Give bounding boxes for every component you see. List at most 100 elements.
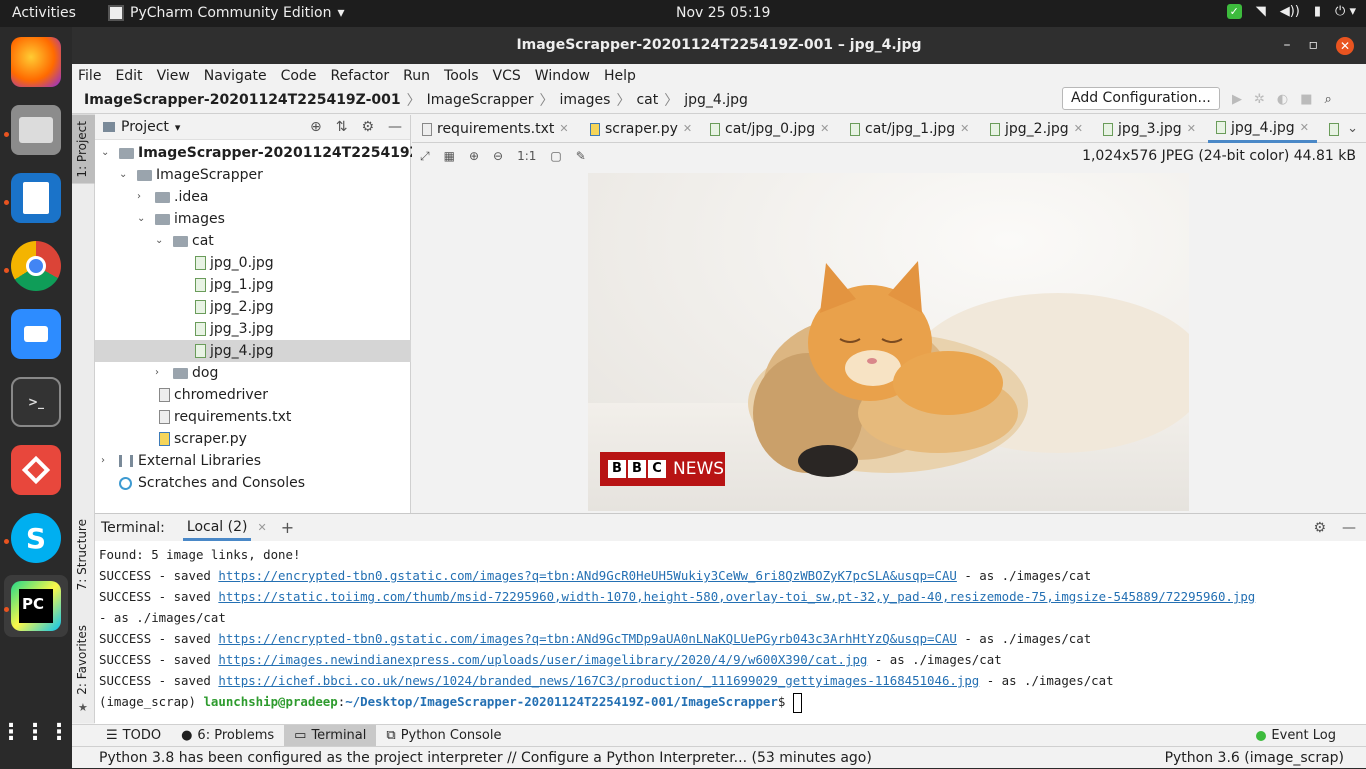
chevron-down-icon[interactable]: ⌄ [101,142,111,164]
menu-view[interactable]: View [157,68,190,84]
clock[interactable]: Nov 25 05:19 [676,5,770,21]
chevron-right-icon[interactable]: › [101,450,111,472]
tab-cat-jpg0[interactable]: cat/jpg_0.jpg ✕ [710,115,829,143]
tree-item-jpg1[interactable]: jpg_1.jpg [95,274,411,296]
terminal-link[interactable]: https://images.newindianexpress.com/uplo… [218,652,867,667]
tree-item-jpg2[interactable]: jpg_2.jpg [95,296,411,318]
terminal-cursor[interactable] [792,692,802,713]
chevron-right-icon[interactable]: › [155,362,165,384]
activities-button[interactable]: Activities [12,5,76,21]
tree-item-root[interactable]: ⌄ ImageScrapper-20201124T225419Z-0 [95,142,435,164]
terminal-link[interactable]: https://static.toiimg.com/thumb/msid-722… [218,589,1255,604]
chevron-right-icon[interactable]: › [137,186,147,208]
tab-jpg2[interactable]: jpg_2.jpg ✕ [990,115,1083,143]
chevron-down-icon[interactable]: ⌄ [137,208,147,230]
tab-cat-jpg1[interactable]: cat/jpg_1.jpg ✕ [850,115,969,143]
libreoffice-writer-icon[interactable] [11,173,61,223]
breadcrumb-file[interactable]: jpg_4.jpg [684,92,748,108]
tab-structure-tool[interactable]: 7: Structure [75,519,89,590]
close-tab-icon[interactable]: ✕ [820,115,829,143]
tab-overflow[interactable] [1329,115,1339,143]
tree-item-idea[interactable]: › .idea [95,186,411,208]
app-menu[interactable]: PyCharm Community Edition ▾ [108,5,345,21]
battery-icon[interactable]: ▮ [1314,4,1321,19]
system-tray[interactable]: ✓ ◥ ◀)) ▮ ⏻ ▾ [1226,4,1356,19]
new-terminal-icon[interactable]: + [281,518,294,537]
menu-help[interactable]: Help [604,68,636,84]
close-tab-icon[interactable]: ✕ [1300,114,1309,142]
tree-item-scraper[interactable]: scraper.py [95,428,411,450]
stop-icon[interactable]: ■ [1300,92,1312,107]
close-tab-icon[interactable]: ✕ [1074,115,1083,143]
tab-favorites-tool[interactable]: 2: Favorites [75,625,89,695]
chevron-down-icon[interactable]: ⌄ [155,230,165,252]
close-icon[interactable]: ✕ [1336,36,1354,55]
menu-refactor[interactable]: Refactor [330,68,389,84]
terminal-app-icon[interactable]: >_ [11,377,61,427]
close-tab-icon[interactable]: ✕ [960,115,969,143]
project-panel-title[interactable]: Project [121,119,169,135]
tree-item-chromedriver[interactable]: chromedriver [95,384,411,406]
chevron-down-icon[interactable]: ▾ [175,121,181,134]
tab-requirements[interactable]: requirements.txt ✕ [422,115,569,143]
breadcrumb-module[interactable]: ImageScrapper [427,92,534,108]
menu-navigate[interactable]: Navigate [204,68,267,84]
files-icon[interactable] [11,105,61,155]
power-icon[interactable]: ⏻ ▾ [1335,4,1356,19]
menu-tools[interactable]: Tools [444,68,479,84]
speaker-icon[interactable]: ◀)) [1280,4,1300,19]
tool-tab-terminal[interactable]: ▭ Terminal [284,724,377,747]
show-applications-icon[interactable]: ⋮⋮⋮ [0,707,70,757]
menu-file[interactable]: File [78,68,101,84]
actual-size-icon[interactable]: 1:1 [517,149,536,163]
wifi-icon[interactable]: ◥ [1256,4,1266,19]
color-picker-icon[interactable]: ✎ [576,149,586,163]
grid-icon[interactable]: ▦ [444,149,455,163]
fit-zoom-icon[interactable]: ⤢ [420,149,430,164]
tree-item-scratches[interactable]: Scratches and Consoles [95,472,411,494]
tab-project-tool[interactable]: 1: Project [72,115,95,184]
background-icon[interactable]: ▢ [550,149,561,163]
gear-icon[interactable]: ⚙ [361,119,374,135]
run-icon[interactable]: ▶ [1232,92,1242,107]
anydesk-icon[interactable] [11,445,61,495]
tree-item-dog[interactable]: › dog [95,362,411,384]
tree-item-jpg3[interactable]: jpg_3.jpg [95,318,411,340]
breadcrumb-cat[interactable]: cat [636,92,658,108]
terminal-output[interactable]: Found: 5 image links, done! SUCCESS - sav… [95,541,1366,713]
tabs-more-icon[interactable]: ⌄ [1347,121,1358,136]
zoom-in-icon[interactable]: ⊕ [469,149,479,163]
menu-edit[interactable]: Edit [115,68,142,84]
interpreter-selector[interactable]: Python 3.6 (image_scrap) [1165,747,1344,769]
tab-jpg4[interactable]: jpg_4.jpg ✕ [1208,115,1317,143]
locate-icon[interactable]: ⊕ [310,119,322,135]
tool-tab-python-console[interactable]: ⧉ Python Console [376,725,511,747]
terminal-link[interactable]: https://encrypted-tbn0.gstatic.com/image… [218,631,957,646]
hide-icon[interactable]: — [388,119,402,135]
maximize-icon[interactable]: ▫ [1309,27,1319,64]
tree-item-external-libraries[interactable]: › External Libraries [95,450,411,472]
tree-item-images[interactable]: ⌄ images [95,208,411,230]
pycharm-icon[interactable]: PC [11,581,61,631]
skype-icon[interactable]: S [11,513,61,563]
status-message[interactable]: Python 3.8 has been configured as the pr… [99,750,872,766]
tree-item-cat[interactable]: ⌄ cat [95,230,411,252]
zoom-icon[interactable] [11,309,61,359]
menu-run[interactable]: Run [403,68,430,84]
hide-icon[interactable]: — [1342,520,1356,536]
terminal-tab-local[interactable]: Local (2) [182,514,252,541]
debug-icon[interactable]: ✲ [1254,92,1265,107]
zoom-out-icon[interactable]: ⊖ [493,149,503,163]
tree-item-jpg4[interactable]: jpg_4.jpg [95,340,411,362]
firefox-icon[interactable] [11,37,61,87]
menu-code[interactable]: Code [281,68,317,84]
coverage-icon[interactable]: ◐ [1277,92,1288,107]
tree-item-imagescrapper[interactable]: ⌄ ImageScrapper [95,164,411,186]
gear-icon[interactable]: ⚙ [1313,520,1326,536]
add-configuration-button[interactable]: Add Configuration... [1062,87,1220,110]
search-icon[interactable]: ⌕ [1325,92,1332,107]
breadcrumb-project[interactable]: ImageScrapper-20201124T225419Z-001 [84,92,401,108]
breadcrumb-images[interactable]: images [560,92,611,108]
tab-scraper[interactable]: scraper.py ✕ [590,115,692,143]
tab-jpg3[interactable]: jpg_3.jpg ✕ [1103,115,1196,143]
